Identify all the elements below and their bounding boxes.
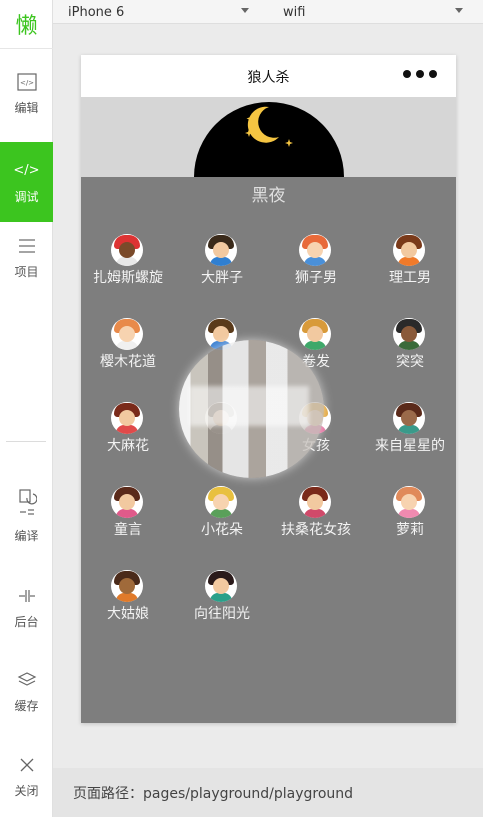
player-item[interactable]: 扶桑花女孩 bbox=[269, 486, 363, 546]
player-name: 扎姆斯螺旋 bbox=[93, 270, 163, 286]
avatar bbox=[393, 234, 425, 266]
phone-navbar: 狼人杀 bbox=[81, 55, 456, 97]
sidebar-item-background[interactable]: 后台 bbox=[0, 576, 53, 638]
close-icon bbox=[19, 754, 35, 776]
sidebar-item-label: 项目 bbox=[14, 264, 39, 279]
app-logo: 懒 bbox=[0, 0, 53, 49]
night-banner bbox=[81, 97, 456, 177]
player-item[interactable]: 来自星星的 bbox=[363, 402, 456, 462]
player-item[interactable]: 大胖子 bbox=[175, 234, 269, 294]
sidebar-item-compile[interactable]: 编译 bbox=[0, 480, 53, 550]
layers-icon bbox=[17, 669, 37, 691]
menu-lines-icon bbox=[18, 235, 36, 257]
phone-simulator: 狼人杀 黑夜 扎姆斯螺旋 大胖子 狮子男 理工男 樱木花道 卷发 突突 大麻花 女孩 来自星星的童… bbox=[81, 55, 456, 723]
left-sidebar: 懒 </> 编辑 </> 调试 项目 编译 后台 缓存 关闭 bbox=[0, 0, 53, 817]
page-path-label: 页面路径：pages/playground/playground bbox=[73, 785, 354, 802]
player-item[interactable]: 扎姆斯螺旋 bbox=[81, 234, 175, 294]
player-item[interactable]: 童言 bbox=[81, 486, 175, 546]
sidebar-item-project[interactable]: 项目 bbox=[0, 226, 53, 288]
avatar bbox=[111, 570, 143, 602]
sidebar-divider bbox=[6, 441, 46, 442]
night-label: 黑夜 bbox=[251, 186, 286, 206]
page-path-bar: 页面路径：pages/playground/playground bbox=[53, 768, 483, 817]
player-item[interactable]: 突突 bbox=[363, 318, 456, 378]
player-item[interactable]: 小花朵 bbox=[175, 486, 269, 546]
sidebar-item-label: 后台 bbox=[14, 614, 39, 629]
debug-icon: </> bbox=[13, 163, 40, 178]
avatar bbox=[111, 234, 143, 266]
avatar bbox=[205, 570, 237, 602]
player-item[interactable]: 理工男 bbox=[363, 234, 456, 294]
sidebar-item-label: 编译 bbox=[14, 528, 39, 543]
player-name: 童言 bbox=[114, 522, 142, 538]
simulator-toolbar: iPhone 6 wifi bbox=[53, 0, 483, 24]
more-menu-button[interactable] bbox=[403, 70, 437, 78]
page-title: 狼人杀 bbox=[247, 70, 290, 86]
avatar bbox=[299, 486, 331, 518]
chevron-down-icon bbox=[241, 8, 249, 13]
player-name: 扶桑花女孩 bbox=[281, 522, 351, 538]
sidebar-item-edit[interactable]: </> 编辑 bbox=[0, 62, 53, 124]
network-select[interactable]: wifi bbox=[283, 0, 468, 24]
sidebar-item-debug[interactable]: </> 调试 bbox=[0, 142, 53, 222]
player-item[interactable]: 萝莉 bbox=[363, 486, 456, 546]
avatar bbox=[111, 486, 143, 518]
sidebar-item-label: 调试 bbox=[14, 189, 39, 204]
sidebar-item-close[interactable]: 关闭 bbox=[0, 745, 53, 807]
player-item[interactable]: 大姑娘 bbox=[81, 570, 175, 630]
svg-text:</>: </> bbox=[19, 79, 33, 87]
player-name: 小花朵 bbox=[201, 522, 243, 538]
network-select-value: wifi bbox=[283, 4, 306, 20]
avatar bbox=[393, 486, 425, 518]
player-name: 突突 bbox=[396, 354, 424, 370]
avatar bbox=[299, 234, 331, 266]
dot-icon bbox=[429, 70, 437, 78]
loading-overlay bbox=[179, 340, 324, 478]
background-icon bbox=[17, 585, 37, 607]
player-name: 萝莉 bbox=[396, 522, 424, 538]
player-name: 理工男 bbox=[389, 270, 431, 286]
avatar bbox=[205, 234, 237, 266]
avatar bbox=[393, 402, 425, 434]
player-name: 大麻花 bbox=[107, 438, 149, 454]
player-name: 狮子男 bbox=[295, 270, 337, 286]
avatar bbox=[111, 318, 143, 350]
sidebar-item-label: 缓存 bbox=[14, 698, 39, 713]
sidebar-item-label: 编辑 bbox=[14, 100, 39, 115]
player-name: 大胖子 bbox=[201, 270, 243, 286]
player-name: 大姑娘 bbox=[107, 606, 149, 622]
avatar bbox=[205, 486, 237, 518]
player-name: 向往阳光 bbox=[194, 606, 250, 622]
sidebar-item-cache[interactable]: 缓存 bbox=[0, 660, 53, 722]
avatar bbox=[393, 318, 425, 350]
compile-icon bbox=[17, 487, 37, 521]
player-name: 来自星星的 bbox=[375, 438, 445, 454]
player-item[interactable]: 向往阳光 bbox=[175, 570, 269, 630]
sidebar-item-label: 关闭 bbox=[14, 783, 39, 798]
player-item[interactable]: 狮子男 bbox=[269, 234, 363, 294]
moon-stars-icon bbox=[245, 106, 293, 147]
player-item[interactable]: 樱木花道 bbox=[81, 318, 175, 378]
device-select[interactable]: iPhone 6 bbox=[68, 0, 258, 24]
dot-icon bbox=[403, 70, 411, 78]
avatar bbox=[299, 318, 331, 350]
code-file-icon: </> bbox=[16, 71, 37, 93]
chevron-down-icon bbox=[455, 8, 463, 13]
player-item[interactable]: 大麻花 bbox=[81, 402, 175, 462]
player-name: 樱木花道 bbox=[100, 354, 156, 370]
device-select-value: iPhone 6 bbox=[68, 4, 125, 20]
dot-icon bbox=[416, 70, 424, 78]
avatar bbox=[111, 402, 143, 434]
